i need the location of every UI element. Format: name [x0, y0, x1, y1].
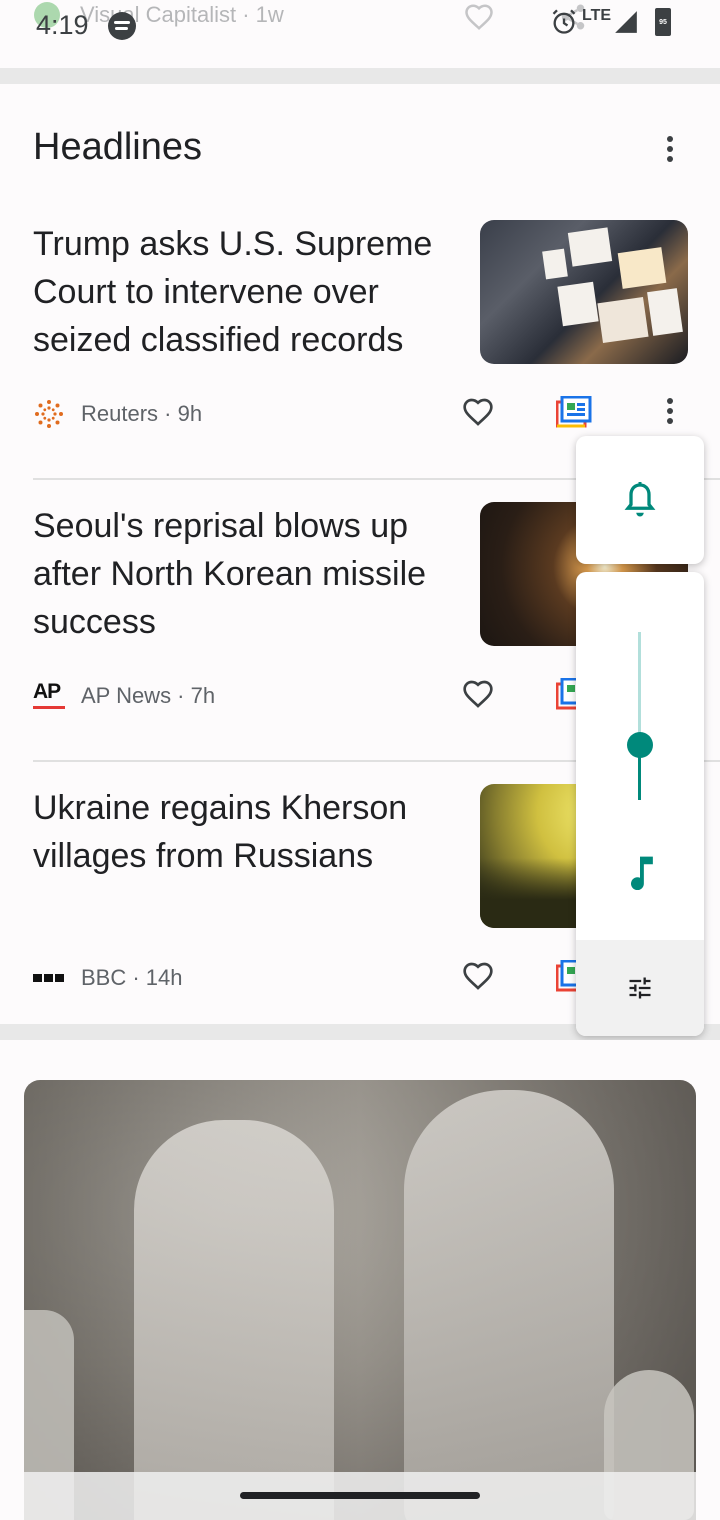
volume-slider-thumb[interactable] — [627, 731, 653, 758]
article-source-time: AP News · 7h — [81, 683, 216, 708]
signal-icon — [615, 11, 637, 33]
battery-icon: 95 — [655, 8, 672, 36]
ap-logo-icon: AP — [33, 680, 65, 712]
next-story-card[interactable] — [0, 1040, 720, 1520]
tune-icon — [629, 977, 651, 999]
article-meta: AP AP News · 7h — [33, 680, 215, 712]
article-meta: BBC · 14h — [33, 962, 183, 994]
article-meta: Reuters · 9h — [33, 398, 202, 430]
heart-icon[interactable] — [460, 396, 496, 428]
ringer-mode-button[interactable] — [576, 436, 704, 564]
article-headline[interactable]: Ukraine regains Kherson villages from Ru… — [33, 784, 453, 880]
full-coverage-icon[interactable] — [556, 396, 592, 428]
spotify-icon — [108, 12, 136, 40]
reuters-logo-icon — [35, 400, 63, 428]
article-thumbnail[interactable] — [480, 220, 688, 364]
bbc-logo-icon — [33, 962, 65, 994]
section-title: Headlines — [33, 126, 202, 168]
article-headline[interactable]: Trump asks U.S. Supreme Court to interve… — [33, 220, 453, 364]
more-vert-icon[interactable] — [656, 398, 684, 424]
article-headline[interactable]: Seoul's reprisal blows up after North Ko… — [33, 502, 453, 646]
alarm-icon — [552, 9, 576, 34]
status-time: 4:19 — [36, 10, 89, 40]
status-icons: LTE 95 — [550, 7, 672, 36]
heart-icon — [465, 4, 493, 30]
article-source-time: BBC · 14h — [81, 965, 183, 990]
home-handle[interactable] — [240, 1492, 480, 1499]
bell-icon — [624, 482, 656, 517]
heart-icon[interactable] — [460, 960, 496, 992]
article-source-time: Reuters · 9h — [81, 401, 203, 426]
sound-settings-button[interactable] — [576, 940, 704, 1036]
story-image[interactable] — [24, 1080, 696, 1520]
music-note-icon — [631, 856, 653, 890]
network-type: LTE — [582, 7, 612, 24]
heart-icon[interactable] — [460, 678, 496, 710]
more-vert-icon[interactable] — [656, 136, 684, 172]
volume-panel — [576, 572, 704, 1036]
